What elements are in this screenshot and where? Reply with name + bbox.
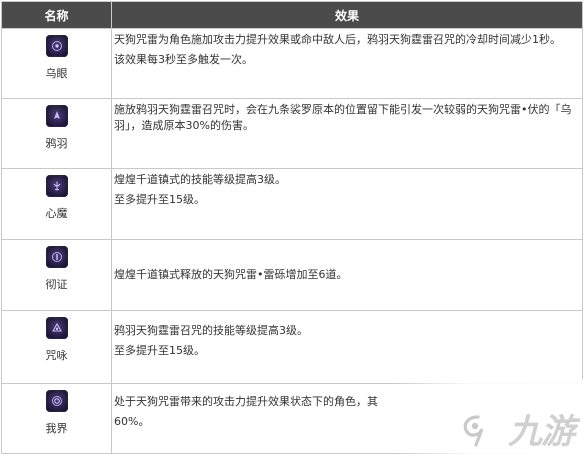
watermark: 九游	[394, 379, 584, 459]
table-header-row: 名称 效果	[1, 1, 583, 29]
name-cell: 心魔	[1, 168, 112, 240]
name-cell: 彻证	[1, 239, 112, 311]
effect-line: 鸦羽天狗霆雷召咒的技能等级提高3级。	[114, 324, 308, 337]
mind-sigil-icon	[45, 175, 68, 197]
effect-cell: 煌煌千道镇式释放的天狗咒雷•雷砾增加至6道。	[111, 239, 583, 311]
constellation-name: 乌眼	[45, 67, 68, 80]
constellation-name: 我界	[45, 422, 68, 435]
table-row: 鸦羽 施放鸦羽天狗霆雷召咒时，会在九条裟罗原本的位置留下能引发一次较弱的天狗咒雷…	[1, 98, 583, 169]
realm-sigil-icon	[45, 390, 68, 412]
header-name: 名称	[1, 1, 112, 29]
name-cell: 鸦羽	[1, 98, 112, 169]
name-cell: 乌眼	[1, 28, 112, 99]
table-row: 彻证 煌煌千道镇式释放的天狗咒雷•雷砾增加至6道。	[1, 239, 583, 311]
header-effect: 效果	[111, 1, 583, 29]
watermark-text: 九游	[508, 412, 575, 452]
chant-sigil-icon	[45, 317, 68, 339]
9game-logo-icon	[463, 415, 484, 447]
effect-cell: 煌煌千道镇式的技能等级提高3级。 至多提升至15级。	[111, 168, 583, 240]
table-row: 心魔 煌煌千道镇式的技能等级提高3级。 至多提升至15级。	[1, 168, 583, 240]
effect-line: 至多提升至15级。	[114, 193, 205, 206]
name-cell: 咒咏	[1, 310, 112, 384]
effect-line: 天狗咒雷为角色施加攻击力提升效果或命中敌人后，鸦羽天狗霆雷召咒的冷却时间减少1秒…	[114, 33, 561, 46]
effect-cell: 鸦羽天狗霆雷召咒的技能等级提高3级。 至多提升至15级。	[111, 310, 583, 384]
effect-line: 煌煌千道镇式的技能等级提高3级。	[114, 173, 286, 186]
effect-line: 施放鸦羽天狗霆雷召咒时，会在九条裟罗原本的位置留下能引发一次较弱的天狗咒雷•伏的…	[114, 103, 572, 132]
name-cell: 我界	[1, 383, 112, 454]
constellation-name: 彻证	[45, 278, 68, 291]
effect-line: 至多提升至15级。	[114, 344, 205, 357]
constellation-name: 鸦羽	[45, 137, 68, 150]
effect-line: 该效果每3秒至多触发一次。	[114, 53, 253, 66]
eye-sigil-icon	[45, 35, 68, 57]
constellation-name: 咒咏	[45, 349, 68, 362]
effect-cell: 天狗咒雷为角色施加攻击力提升效果或命中敌人后，鸦羽天狗霆雷召咒的冷却时间减少1秒…	[111, 28, 583, 99]
feather-sigil-icon	[45, 105, 68, 127]
effect-cell: 施放鸦羽天狗霆雷召咒时，会在九条裟罗原本的位置留下能引发一次较弱的天狗咒雷•伏的…	[111, 98, 583, 169]
table-row: 咒咏 鸦羽天狗霆雷召咒的技能等级提高3级。 至多提升至15级。	[1, 310, 583, 384]
constellation-name: 心魔	[45, 207, 68, 220]
table-row: 乌眼 天狗咒雷为角色施加攻击力提升效果或命中敌人后，鸦羽天狗霆雷召咒的冷却时间减…	[1, 28, 583, 99]
effect-line: 煌煌千道镇式释放的天狗咒雷•雷砾增加至6道。	[114, 267, 348, 281]
proof-sigil-icon	[45, 246, 68, 268]
